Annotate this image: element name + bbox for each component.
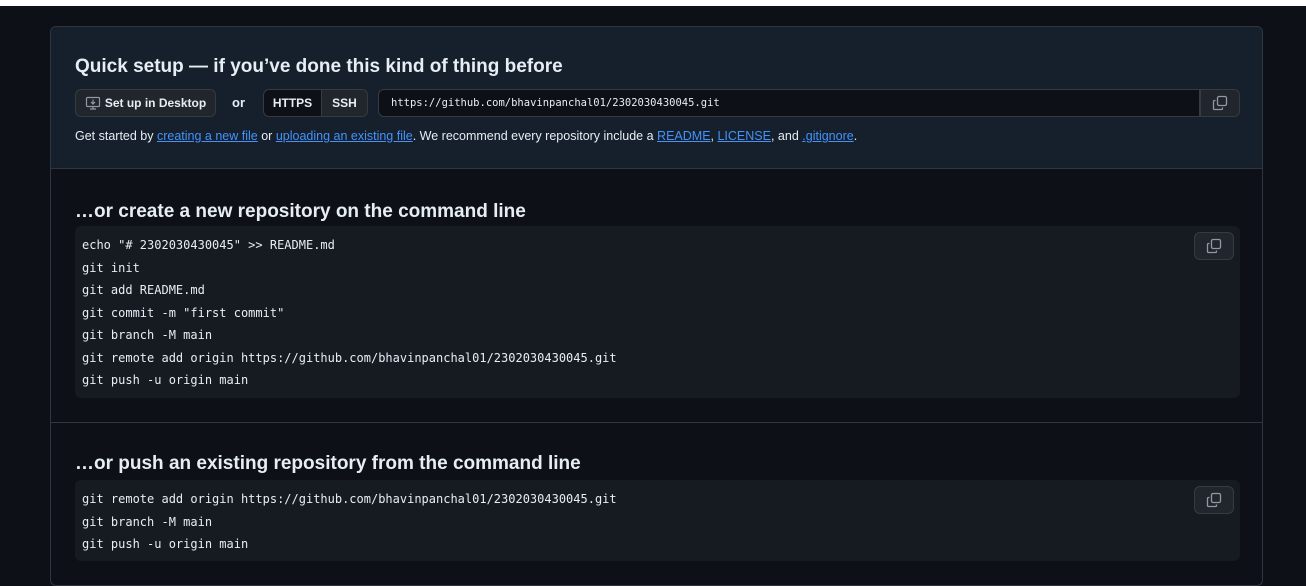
desktop-download-icon	[85, 95, 101, 111]
empty-repo-setup-panel: Quick setup — if you’ve done this kind o…	[50, 26, 1263, 586]
uploading-existing-file-link[interactable]: uploading an existing file	[276, 129, 413, 143]
get-started-text: Get started by creating a new file or up…	[75, 129, 858, 143]
code-line: git remote add origin https://github.com…	[82, 492, 617, 506]
copy-icon	[1206, 492, 1222, 508]
creating-new-file-link[interactable]: creating a new file	[157, 129, 258, 143]
browser-top-edge	[0, 0, 1306, 6]
copy-new-repo-commands-button[interactable]	[1194, 232, 1234, 260]
or-label: or	[232, 95, 245, 110]
push-existing-code-block: git remote add origin https://github.com…	[75, 480, 1240, 561]
code-line: echo "# 2302030430045" >> README.md	[82, 238, 335, 252]
copy-icon	[1212, 95, 1228, 111]
setup-in-desktop-label: Set up in Desktop	[104, 96, 207, 110]
new-repo-title: …or create a new repository on the comma…	[75, 201, 526, 222]
code-line: git commit -m "first commit"	[82, 305, 285, 320]
protocol-selector: HTTPS SSH	[263, 89, 368, 117]
new-repo-section: …or create a new repository on the comma…	[51, 169, 1262, 423]
quick-setup-section: Quick setup — if you’ve done this kind o…	[51, 27, 1262, 169]
readme-link[interactable]: README	[657, 129, 710, 143]
code-line: git remote add origin https://github.com…	[82, 350, 617, 365]
gitignore-link[interactable]: .gitignore	[802, 129, 853, 143]
setup-in-desktop-button[interactable]: Set up in Desktop	[75, 89, 216, 117]
push-existing-title: …or push an existing repository from the…	[75, 453, 581, 474]
code-line: git branch -M main	[82, 328, 213, 342]
code-line: git push -u origin main	[82, 373, 249, 387]
new-repo-code-block: echo "# 2302030430045" >> README.md git i…	[75, 226, 1240, 398]
code-line: git add README.md	[82, 283, 205, 297]
code-line: git push -u origin main	[82, 537, 249, 551]
ssh-button[interactable]: SSH	[322, 89, 368, 117]
push-existing-commands: git remote add origin https://github.com…	[82, 488, 617, 556]
quick-setup-title: Quick setup — if you’ve done this kind o…	[75, 56, 563, 77]
clone-url-input[interactable]	[378, 89, 1200, 117]
copy-icon	[1206, 238, 1222, 254]
copy-url-button[interactable]	[1200, 89, 1240, 117]
https-button[interactable]: HTTPS	[263, 89, 322, 117]
copy-push-existing-commands-button[interactable]	[1194, 486, 1234, 514]
code-line: git branch -M main	[82, 514, 213, 529]
new-repo-commands: echo "# 2302030430045" >> README.md git i…	[82, 234, 617, 392]
push-existing-section: …or push an existing repository from the…	[51, 423, 1262, 585]
code-line: git init	[82, 260, 140, 275]
license-link[interactable]: LICENSE	[717, 129, 771, 143]
